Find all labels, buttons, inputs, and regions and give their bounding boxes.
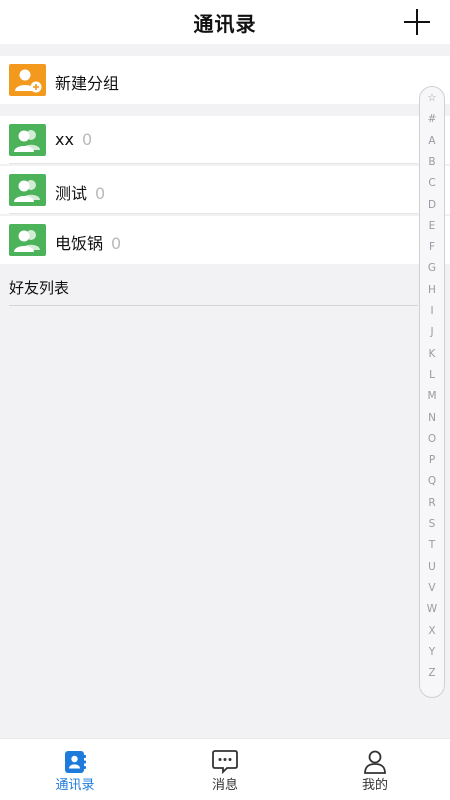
bottom-tab-bar: 通讯录 消息 我的 — [0, 738, 450, 800]
index-letter[interactable]: E — [420, 220, 444, 232]
group-label: 电饭锅 0 — [55, 230, 121, 254]
group-count: 0 — [111, 234, 122, 253]
index-letter[interactable]: N — [420, 412, 444, 424]
group-label: 测试 0 — [55, 180, 105, 204]
index-letter[interactable]: M — [420, 390, 444, 402]
group-count: 0 — [81, 130, 93, 149]
index-letter[interactable]: V — [420, 582, 444, 594]
alphabet-index[interactable]: ☆ # A B C D E F G H I J K L M N O P Q R S T U V W X Y Z — [419, 86, 445, 698]
index-letter[interactable]: W — [420, 603, 444, 615]
index-letter[interactable]: H — [420, 284, 444, 296]
group-icon — [9, 224, 46, 256]
tab-messages[interactable]: 消息 — [150, 739, 300, 800]
new-group-row[interactable]: 新建分组 — [0, 56, 450, 104]
index-letter[interactable]: Z — [420, 667, 444, 679]
index-letter[interactable]: # — [420, 113, 444, 125]
index-letter[interactable]: Y — [420, 646, 444, 658]
contacts-screen: 通讯录 新建分组 xx 0 测试 0 电饭锅 0 好友列表 ☆ # A B C … — [0, 0, 450, 800]
tab-messages-label: 消息 — [211, 778, 238, 793]
index-letter[interactable]: X — [420, 625, 444, 637]
friends-section-title: 好友列表 — [9, 279, 70, 297]
index-letter[interactable]: J — [420, 326, 444, 338]
tab-contacts-label: 通讯录 — [55, 778, 95, 793]
divider — [9, 163, 418, 164]
group-row[interactable]: 电饭锅 0 — [0, 216, 450, 264]
index-letter[interactable]: P — [420, 454, 444, 466]
index-letter[interactable]: A — [420, 135, 444, 147]
group-name: 电饭锅 — [55, 234, 104, 253]
tab-profile[interactable]: 我的 — [300, 739, 450, 800]
group-count: 0 — [95, 184, 106, 203]
group-name: 测试 — [55, 184, 88, 203]
group-icon — [9, 124, 46, 156]
plus-icon[interactable] — [404, 8, 432, 36]
index-letter[interactable]: S — [420, 518, 444, 530]
group-row[interactable]: 测试 0 — [0, 166, 450, 214]
index-letter[interactable]: F — [420, 241, 444, 253]
group-icon — [9, 174, 46, 206]
tab-contacts[interactable]: 通讯录 — [0, 739, 150, 800]
group-label: xx 0 — [55, 130, 92, 149]
tab-profile-label: 我的 — [361, 778, 388, 793]
index-letter[interactable]: O — [420, 433, 444, 445]
message-icon — [210, 749, 240, 775]
group-name: xx — [55, 130, 74, 149]
index-letter[interactable]: D — [420, 199, 444, 211]
index-letter[interactable]: G — [420, 262, 444, 274]
index-letter[interactable]: I — [420, 305, 444, 317]
index-letter[interactable]: T — [420, 539, 444, 551]
index-letter[interactable]: C — [420, 177, 444, 189]
profile-icon — [360, 749, 390, 775]
page-title: 通讯录 — [193, 11, 257, 36]
index-letter[interactable]: L — [420, 369, 444, 381]
divider — [9, 213, 418, 214]
add-group-icon — [9, 64, 46, 96]
new-group-label: 新建分组 — [55, 74, 120, 93]
index-letter[interactable]: Q — [420, 475, 444, 487]
group-row[interactable]: xx 0 — [0, 116, 450, 164]
index-letter[interactable]: B — [420, 156, 444, 168]
top-bar: 通讯录 — [0, 0, 450, 44]
section-divider — [9, 305, 418, 306]
index-letter[interactable]: U — [420, 561, 444, 573]
index-letter[interactable]: ☆ — [420, 92, 444, 104]
index-letter[interactable]: R — [420, 497, 444, 509]
contacts-icon — [60, 749, 90, 775]
index-letter[interactable]: K — [420, 348, 444, 360]
